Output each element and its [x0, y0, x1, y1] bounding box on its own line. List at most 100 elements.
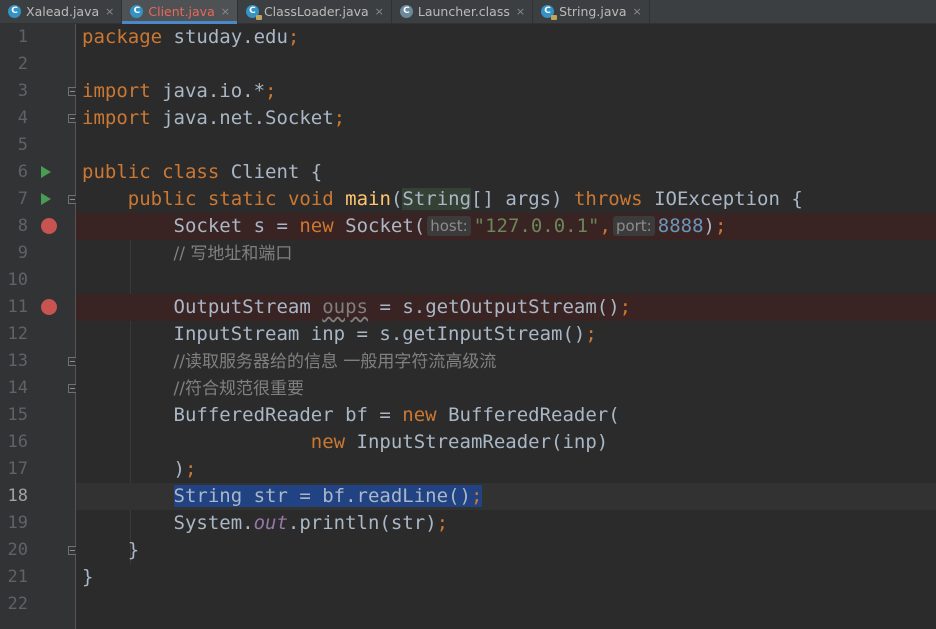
java-class-locked-icon: C — [541, 5, 558, 20]
run-icon[interactable] — [41, 166, 51, 178]
code-text: ; — [184, 458, 197, 480]
code-text: } — [82, 566, 94, 588]
code-text: , — [599, 215, 611, 237]
tab-label: Client.java — [148, 4, 215, 19]
method-name: main — [345, 188, 391, 210]
code-editor[interactable]: package studay.edu; import java.io.*; im… — [76, 24, 936, 629]
line-number: 12 — [7, 324, 28, 344]
line-number: 18 — [7, 486, 28, 506]
parameter-hint: port: — [612, 216, 655, 236]
editor-tab-bar: C Xalead.java × C Client.java × C ClassL… — [0, 0, 936, 24]
keyword: import — [82, 80, 151, 102]
code-line-17[interactable]: ); — [76, 456, 936, 483]
breakpoint-icon[interactable] — [41, 218, 57, 234]
close-icon[interactable]: × — [105, 5, 114, 18]
tab-client-java[interactable]: C Client.java × — [122, 0, 238, 24]
line-number: 11 — [7, 297, 28, 317]
code-line-7[interactable]: public static void main(String[] args) t… — [76, 186, 936, 213]
unused-variable: oups — [322, 296, 368, 318]
line-number: 10 — [7, 270, 28, 290]
code-text: ; — [585, 323, 597, 345]
comment: // 写地址和端口 — [173, 244, 293, 264]
tab-launcher-class[interactable]: C Launcher.class × — [392, 0, 534, 23]
editor-gutter[interactable]: 1 2 3 4 5 6 7 8 9 10 11 12 13 14 15 16 1… — [0, 24, 77, 629]
code-line-4[interactable]: import java.net.Socket; — [76, 105, 936, 132]
line-number: 22 — [7, 594, 28, 614]
line-number: 2 — [17, 54, 28, 74]
tab-label: ClassLoader.java — [263, 4, 369, 19]
tab-string-java[interactable]: C String.java × — [533, 0, 650, 23]
string-literal: "127.0.0.1" — [473, 215, 600, 237]
code-line-18[interactable]: String str = bf.readLine(); — [76, 483, 936, 510]
tab-label: String.java — [559, 4, 627, 19]
close-icon[interactable]: × — [375, 5, 384, 18]
line-number: 4 — [17, 108, 28, 128]
code-text: ) — [703, 215, 715, 237]
selected-text[interactable]: String str = bf.readLine(); — [173, 485, 483, 507]
line-number: 5 — [17, 135, 28, 155]
code-text: OutputStream — [173, 296, 323, 318]
java-class-locked-icon: C — [245, 5, 262, 20]
code-text: ; — [619, 296, 632, 318]
code-text: } — [127, 539, 140, 561]
close-icon[interactable]: × — [516, 5, 525, 18]
keyword: import — [82, 107, 151, 129]
number-literal: 8888 — [657, 215, 704, 237]
comment: //读取服务器给的信息 一般用字符流高级流 — [173, 352, 497, 372]
code-text: BufferedReader( — [436, 404, 620, 426]
breakpoint-icon[interactable] — [41, 299, 57, 315]
code-text: String str = bf.readLine() — [173, 485, 471, 507]
code-line-20[interactable]: } — [76, 537, 936, 564]
tab-label: Xalead.java — [26, 4, 100, 19]
tab-xalead-java[interactable]: C Xalead.java × — [0, 0, 123, 23]
line-number: 14 — [7, 378, 28, 398]
code-text: ; — [714, 215, 727, 237]
line-number: 17 — [7, 459, 28, 479]
code-line-3[interactable]: import java.io.*; — [76, 78, 936, 105]
keyword: throws — [573, 188, 643, 210]
code-line-13[interactable]: //读取服务器给的信息 一般用字符流高级流 — [76, 348, 936, 375]
keyword: public — [82, 161, 151, 183]
line-number: 21 — [7, 567, 28, 587]
parameter-hint: host: — [427, 216, 471, 236]
keyword: class — [162, 161, 220, 183]
line-number: 20 — [7, 540, 28, 560]
code-text: [] args) — [471, 188, 574, 210]
line-number: 9 — [17, 243, 28, 263]
code-text: Socket s = — [173, 215, 300, 237]
code-text: System. — [173, 512, 254, 534]
keyword: new — [402, 404, 437, 426]
code-text: ; — [265, 80, 277, 102]
line-number: 6 — [17, 162, 28, 182]
keyword: package — [82, 26, 163, 48]
line-number: 1 — [17, 27, 28, 47]
tab-classloader-java[interactable]: C ClassLoader.java × — [238, 0, 392, 23]
keyword: new — [299, 215, 334, 237]
code-line-19[interactable]: System.out.println(str); — [76, 510, 936, 537]
line-number: 8 — [17, 216, 28, 236]
code-line-15[interactable]: BufferedReader bf = new BufferedReader( — [76, 402, 936, 429]
code-line-1[interactable]: package studay.edu; — [76, 24, 936, 51]
keyword: public — [127, 188, 197, 210]
code-text: java.net.Socket — [150, 107, 334, 129]
comment: //符合规范很重要 — [173, 379, 304, 399]
code-text: BufferedReader bf = — [173, 404, 403, 426]
close-icon[interactable]: × — [221, 5, 230, 18]
code-line-16[interactable]: new InputStreamReader(inp) — [76, 429, 936, 456]
run-icon[interactable] — [41, 193, 51, 205]
line-number: 19 — [7, 513, 28, 533]
code-text: ; — [333, 107, 346, 129]
close-icon[interactable]: × — [633, 5, 642, 18]
code-text: = s.getOutputStream() — [368, 296, 620, 318]
code-text: InputStream inp = s.getInputStream() — [173, 323, 586, 345]
code-line-11[interactable]: OutputStream oups = s.getOutputStream(); — [76, 294, 936, 321]
code-text: studay.edu — [162, 26, 288, 48]
code-line-14[interactable]: //符合规范很重要 — [76, 375, 936, 402]
code-line-8[interactable]: Socket s = new Socket(host: "127.0.0.1", p… — [76, 213, 936, 240]
code-text: ; — [287, 26, 300, 48]
code-line-9[interactable]: // 写地址和端口 — [76, 240, 936, 267]
code-line-12[interactable]: InputStream inp = s.getInputStream(); — [76, 321, 936, 348]
code-text: ( — [390, 188, 403, 210]
code-line-6[interactable]: public class Client { — [76, 159, 936, 186]
code-line-21[interactable]: } — [76, 564, 936, 591]
